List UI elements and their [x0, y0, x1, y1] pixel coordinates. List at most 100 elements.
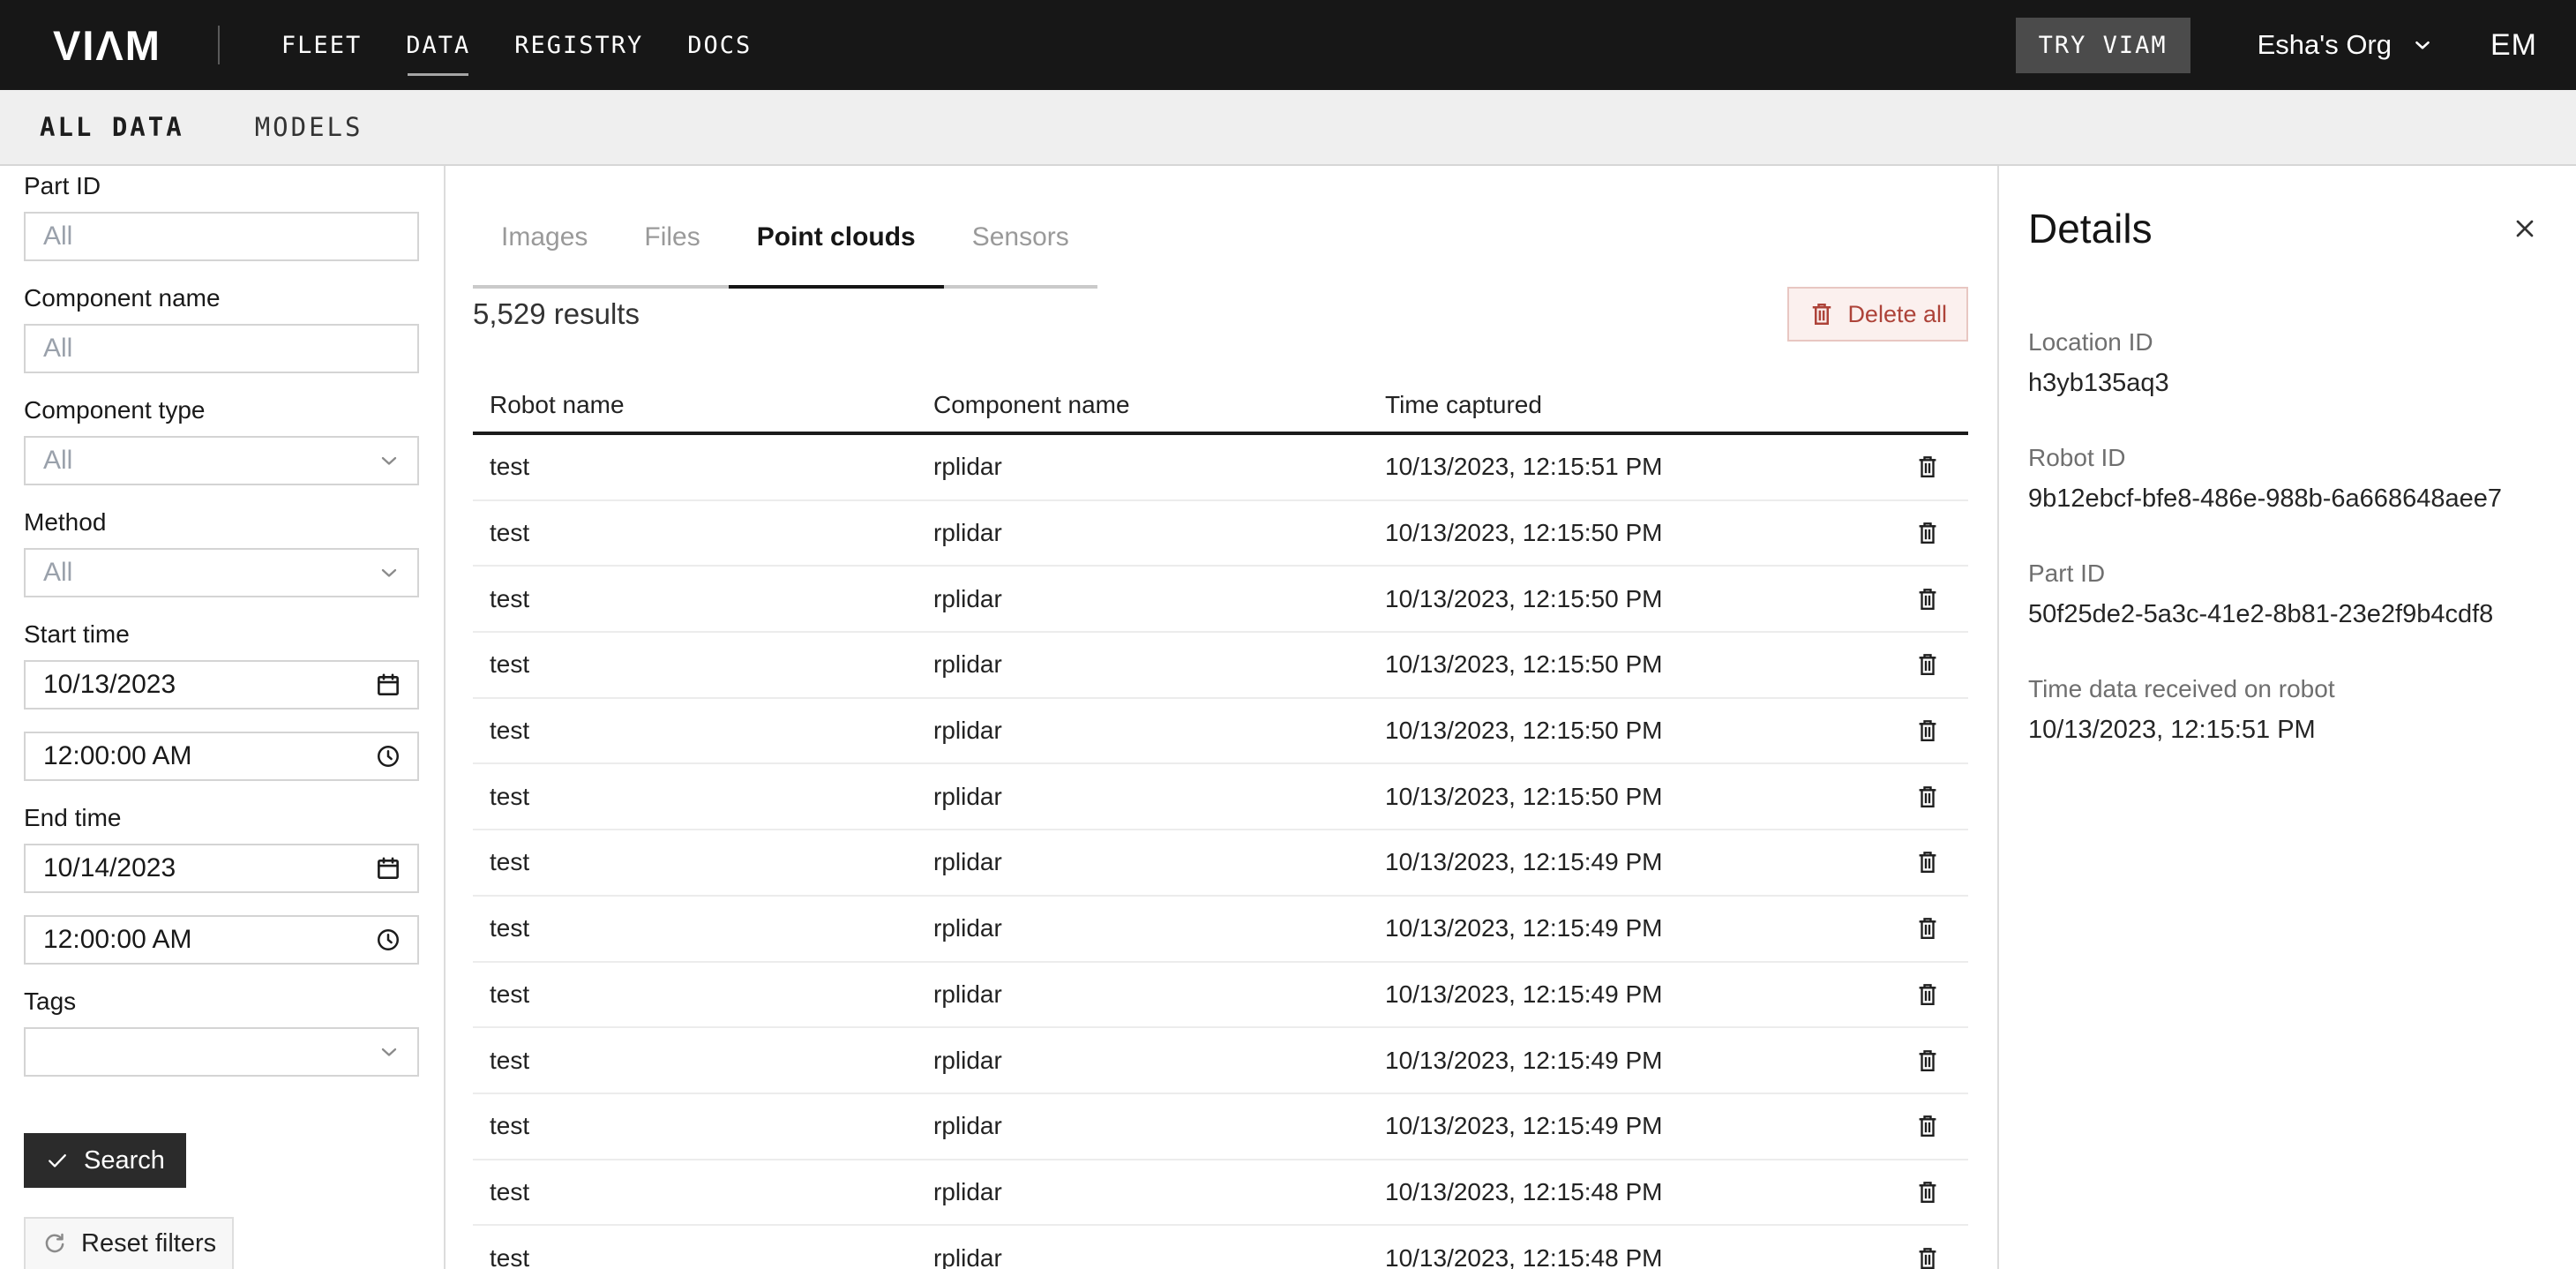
- table-row[interactable]: test rplidar 10/13/2023, 12:15:50 PM: [473, 699, 1968, 765]
- tab-files[interactable]: Files: [616, 190, 728, 289]
- org-name: Esha's Org: [2258, 29, 2392, 61]
- cell-robot-name: test: [490, 980, 933, 1009]
- org-switcher[interactable]: Esha's Org: [2258, 29, 2434, 61]
- table-row[interactable]: test rplidar 10/13/2023, 12:15:49 PM: [473, 897, 1968, 963]
- delete-row-button[interactable]: [1914, 1244, 1941, 1269]
- filter-label-end-time: End time: [24, 804, 419, 832]
- cell-robot-name: test: [490, 650, 933, 679]
- cell-component-name: rplidar: [933, 980, 1385, 1009]
- cell-time-captured: 10/13/2023, 12:15:50 PM: [1385, 650, 1914, 679]
- viam-logo[interactable]: VIΛM: [53, 21, 161, 70]
- cell-component-name: rplidar: [933, 650, 1385, 679]
- nav-item-fleet[interactable]: FLEET: [281, 32, 362, 59]
- tab-all-data[interactable]: ALL DATA: [40, 112, 184, 142]
- results-bar: 5,529 results Delete all: [473, 287, 1968, 342]
- tags-select[interactable]: [24, 1027, 419, 1077]
- table-row[interactable]: test rplidar 10/13/2023, 12:15:50 PM: [473, 764, 1968, 830]
- delete-row-button[interactable]: [1914, 848, 1941, 876]
- delete-row-button[interactable]: [1914, 519, 1941, 547]
- delete-row-button[interactable]: [1914, 453, 1941, 481]
- cell-time-captured: 10/13/2023, 12:15:50 PM: [1385, 519, 1914, 547]
- cell-component-name: rplidar: [933, 1244, 1385, 1269]
- table-header: Robot name Component name Time captured: [473, 342, 1968, 435]
- results-count: 5,529 results: [473, 297, 640, 331]
- cell-component-name: rplidar: [933, 453, 1385, 481]
- details-header: Details: [2028, 205, 2541, 252]
- filter-label-component-type: Component type: [24, 396, 419, 424]
- data-type-tabs: Images Files Point clouds Sensors: [473, 190, 1097, 289]
- delete-row-button[interactable]: [1914, 783, 1941, 811]
- table-row[interactable]: test rplidar 10/13/2023, 12:15:50 PM: [473, 633, 1968, 699]
- tab-models[interactable]: MODELS: [255, 112, 363, 142]
- delete-all-button[interactable]: Delete all: [1787, 287, 1968, 342]
- method-select[interactable]: All: [24, 548, 419, 597]
- data-table: Robot name Component name Time captured …: [473, 342, 1968, 1269]
- cell-time-captured: 10/13/2023, 12:15:50 PM: [1385, 717, 1914, 745]
- nav-item-registry[interactable]: REGISTRY: [514, 32, 643, 59]
- table-row[interactable]: test rplidar 10/13/2023, 12:15:49 PM: [473, 1094, 1968, 1160]
- calendar-icon[interactable]: [375, 672, 401, 698]
- component-name-input[interactable]: All: [24, 324, 419, 373]
- filter-end-time: End time 10/14/2023 12:00:00 AM: [24, 804, 419, 965]
- cell-component-name: rplidar: [933, 783, 1385, 811]
- filter-tags: Tags: [24, 987, 419, 1077]
- close-details-button[interactable]: [2509, 213, 2541, 244]
- tab-images[interactable]: Images: [473, 190, 616, 289]
- filter-method: Method All: [24, 508, 419, 597]
- details-location-id: Location ID h3yb135aq3: [2028, 328, 2541, 398]
- end-time-input[interactable]: 12:00:00 AM: [24, 915, 419, 965]
- search-button[interactable]: Search: [24, 1133, 186, 1188]
- tab-point-clouds[interactable]: Point clouds: [729, 190, 944, 289]
- delete-row-button[interactable]: [1914, 1047, 1941, 1075]
- delete-row-button[interactable]: [1914, 650, 1941, 679]
- table-row[interactable]: test rplidar 10/13/2023, 12:15:49 PM: [473, 963, 1968, 1029]
- delete-row-button[interactable]: [1914, 914, 1941, 942]
- cell-robot-name: test: [490, 519, 933, 547]
- trash-icon: [1914, 650, 1941, 679]
- table-row[interactable]: test rplidar 10/13/2023, 12:15:50 PM: [473, 501, 1968, 567]
- cell-component-name: rplidar: [933, 1112, 1385, 1140]
- cell-time-captured: 10/13/2023, 12:15:49 PM: [1385, 914, 1914, 942]
- cell-time-captured: 10/13/2023, 12:15:49 PM: [1385, 1047, 1914, 1075]
- top-nav: VIΛM FLEET DATA REGISTRY DOCS TRY VIAM E…: [0, 0, 2576, 90]
- end-date-input[interactable]: 10/14/2023: [24, 844, 419, 893]
- delete-row-button[interactable]: [1914, 1178, 1941, 1206]
- cell-time-captured: 10/13/2023, 12:15:48 PM: [1385, 1244, 1914, 1269]
- tab-sensors[interactable]: Sensors: [944, 190, 1097, 289]
- table-row[interactable]: test rplidar 10/13/2023, 12:15:49 PM: [473, 1028, 1968, 1094]
- start-date-input[interactable]: 10/13/2023: [24, 660, 419, 710]
- delete-row-button[interactable]: [1914, 980, 1941, 1009]
- clock-icon[interactable]: [375, 743, 401, 770]
- component-type-select[interactable]: All: [24, 436, 419, 485]
- clock-icon[interactable]: [375, 927, 401, 953]
- cell-robot-name: test: [490, 848, 933, 876]
- table-row[interactable]: test rplidar 10/13/2023, 12:15:48 PM: [473, 1226, 1968, 1269]
- chevron-down-icon: [377, 1040, 401, 1064]
- filter-label-component-name: Component name: [24, 284, 419, 312]
- chevron-down-icon: [2411, 34, 2434, 56]
- filter-component-type: Component type All: [24, 396, 419, 485]
- cell-time-captured: 10/13/2023, 12:15:50 PM: [1385, 585, 1914, 613]
- table-body: test rplidar 10/13/2023, 12:15:51 PM tes…: [473, 435, 1968, 1269]
- cell-component-name: rplidar: [933, 914, 1385, 942]
- table-row[interactable]: test rplidar 10/13/2023, 12:15:49 PM: [473, 830, 1968, 897]
- cell-component-name: rplidar: [933, 1047, 1385, 1075]
- cell-component-name: rplidar: [933, 519, 1385, 547]
- try-viam-button[interactable]: TRY VIAM: [2016, 18, 2190, 73]
- start-time-input[interactable]: 12:00:00 AM: [24, 732, 419, 781]
- delete-row-button[interactable]: [1914, 717, 1941, 745]
- delete-row-button[interactable]: [1914, 1112, 1941, 1140]
- table-row[interactable]: test rplidar 10/13/2023, 12:15:48 PM: [473, 1160, 1968, 1227]
- cell-component-name: rplidar: [933, 848, 1385, 876]
- delete-row-button[interactable]: [1914, 585, 1941, 613]
- cell-robot-name: test: [490, 585, 933, 613]
- table-row[interactable]: test rplidar 10/13/2023, 12:15:51 PM: [473, 435, 1968, 501]
- nav-item-docs[interactable]: DOCS: [687, 32, 752, 59]
- trash-icon: [1914, 848, 1941, 876]
- nav-item-data[interactable]: DATA: [406, 32, 470, 59]
- part-id-input[interactable]: All: [24, 212, 419, 261]
- user-avatar[interactable]: EM: [2490, 28, 2537, 63]
- table-row[interactable]: test rplidar 10/13/2023, 12:15:50 PM: [473, 567, 1968, 633]
- calendar-icon[interactable]: [375, 855, 401, 882]
- reset-filters-button[interactable]: Reset filters: [24, 1217, 234, 1269]
